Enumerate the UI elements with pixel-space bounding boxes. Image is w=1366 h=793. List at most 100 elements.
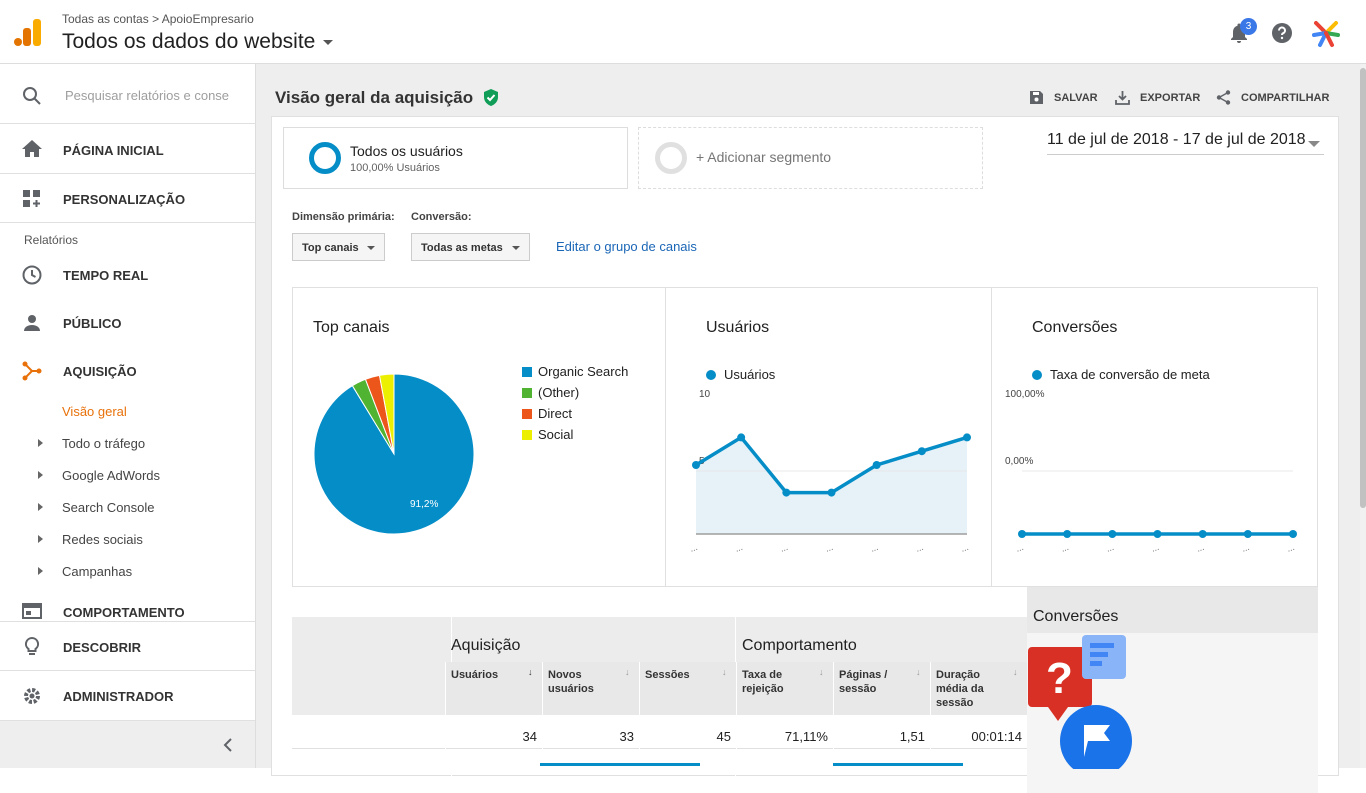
- sidebar-item-behavior[interactable]: COMPORTAMENTO: [0, 587, 255, 623]
- caret-down-icon: [512, 246, 520, 250]
- x-tick-label: ...: [959, 542, 969, 554]
- segment-all-users[interactable]: Todos os usuários 100,00% Usuários: [283, 127, 628, 189]
- share-button[interactable]: COMPARTILHAR: [1216, 90, 1329, 105]
- caret-down-icon: [323, 39, 334, 45]
- notification-badge: 3: [1240, 18, 1257, 35]
- segment-title: Todos os usuários: [350, 143, 463, 159]
- acquisition-icon: [22, 361, 42, 381]
- users-line-chart[interactable]: 105.....................: [673, 388, 983, 558]
- y-tick-label: 10: [699, 389, 711, 400]
- data-point[interactable]: [917, 447, 926, 456]
- sidebar-subitem-search-console[interactable]: Search Console: [62, 500, 155, 515]
- data-point[interactable]: [963, 433, 971, 442]
- date-range-picker[interactable]: 11 de jul de 2018 - 17 de jul de 2018: [1047, 131, 1324, 155]
- data-point[interactable]: [1198, 530, 1207, 538]
- divider: [991, 288, 992, 586]
- data-point[interactable]: [1243, 530, 1252, 538]
- data-point[interactable]: [692, 461, 700, 469]
- top-channels-pie-chart[interactable]: 91,2%: [313, 373, 475, 535]
- expand-arrow-icon[interactable]: [38, 567, 43, 575]
- legend-item[interactable]: Social: [522, 427, 628, 442]
- x-tick-label: ...: [1014, 542, 1024, 554]
- sidebar-item-customization[interactable]: PERSONALIZAÇÃO: [0, 175, 255, 223]
- primary-dimension-dropdown[interactable]: Top canais: [292, 233, 385, 261]
- view-selector[interactable]: Todos os dados do website: [62, 30, 334, 54]
- total-cell: 71,11%: [784, 729, 828, 744]
- data-point[interactable]: [1153, 530, 1162, 538]
- gear-icon: [24, 688, 40, 704]
- column-header[interactable]: Taxa de rejeição: [742, 668, 813, 696]
- sidebar-item-label: ADMINISTRADOR: [63, 688, 174, 704]
- save-button[interactable]: SALVAR: [1029, 90, 1098, 105]
- sidebar-item-home[interactable]: PÁGINA INICIAL: [0, 126, 255, 174]
- x-tick-label: ...: [1150, 542, 1160, 554]
- scrollbar-track[interactable]: [1360, 64, 1366, 768]
- search-input[interactable]: Pesquisar relatórios e conse: [65, 88, 229, 103]
- sidebar-item-audience[interactable]: PÚBLICO: [0, 299, 255, 347]
- column-header[interactable]: Sessões: [645, 668, 716, 682]
- edit-channel-group-link[interactable]: Editar o grupo de canais: [556, 239, 697, 254]
- sort-arrow-icon[interactable]: ↓: [722, 667, 727, 677]
- column-header[interactable]: Usuários: [451, 668, 522, 682]
- expand-arrow-icon[interactable]: [38, 503, 43, 511]
- marketing-platform-icon[interactable]: [1310, 17, 1342, 49]
- data-point[interactable]: [827, 488, 836, 497]
- x-tick-label: ...: [779, 542, 789, 554]
- legend-item[interactable]: Direct: [522, 406, 628, 421]
- sidebar-item-acquisition[interactable]: AQUISIÇÃO: [0, 347, 255, 395]
- sort-arrow-icon[interactable]: ↓: [916, 667, 921, 677]
- export-button[interactable]: EXPORTAR: [1115, 90, 1200, 105]
- conversion-rate-line-chart[interactable]: 100,00% 0,00%.....................: [999, 388, 1309, 558]
- data-point[interactable]: [1108, 530, 1117, 538]
- scrollbar-thumb[interactable]: [1360, 68, 1366, 508]
- conversion-dropdown[interactable]: Todas as metas: [411, 233, 530, 261]
- analytics-logo-icon[interactable]: [14, 19, 42, 47]
- sort-arrow-icon[interactable]: ↓: [528, 667, 533, 677]
- sidebar-subitem-overview[interactable]: Visão geral: [62, 404, 127, 419]
- conversions-illustration: ?: [1028, 635, 1132, 769]
- expand-arrow-icon[interactable]: [38, 535, 43, 543]
- sort-arrow-icon[interactable]: ↓: [819, 667, 824, 677]
- legend-label: Social: [538, 427, 574, 442]
- page-title-text: Visão geral da aquisição: [275, 88, 474, 107]
- report-card: Todos os usuários 100,00% Usuários + Adi…: [271, 116, 1339, 793]
- column-header[interactable]: Novos usuários: [548, 668, 619, 696]
- sidebar-subitem-campaigns[interactable]: Campanhas: [62, 564, 132, 579]
- sort-arrow-icon[interactable]: ↓: [625, 667, 630, 677]
- behavior-icon: [22, 603, 42, 619]
- data-point[interactable]: [1289, 530, 1297, 538]
- collapse-sidebar-button[interactable]: [0, 720, 255, 768]
- share-icon: [1216, 90, 1231, 105]
- data-point[interactable]: [1018, 530, 1026, 538]
- legend-item[interactable]: Organic Search: [522, 364, 628, 379]
- sidebar-item-realtime[interactable]: TEMPO REAL: [0, 251, 255, 299]
- sort-arrow-icon[interactable]: ↓: [1013, 667, 1018, 677]
- sidebar-item-admin[interactable]: ADMINISTRADOR: [0, 672, 255, 720]
- data-point[interactable]: [737, 433, 746, 442]
- breadcrumb[interactable]: Todas as contas > ApoioEmpresario: [62, 12, 254, 26]
- sidebar-subitem-all-traffic[interactable]: Todo o tráfego: [62, 436, 145, 451]
- data-point[interactable]: [872, 461, 881, 469]
- top-bar: Todas as contas > ApoioEmpresario Todos …: [0, 0, 1366, 64]
- total-cell: 45: [716, 729, 731, 744]
- legend-label: Organic Search: [538, 364, 629, 379]
- expand-arrow-icon[interactable]: [38, 439, 43, 447]
- add-segment-button[interactable]: + Adicionar segmento: [638, 127, 983, 189]
- legend-label: Usuários: [724, 367, 776, 382]
- data-point[interactable]: [1063, 530, 1072, 538]
- column-header[interactable]: Duração média da sessão: [936, 668, 1007, 710]
- table-group-conversions: Conversões: [1033, 608, 1119, 625]
- breadcrumb-root[interactable]: Todas as contas: [62, 12, 149, 26]
- breadcrumb-account[interactable]: ApoioEmpresario: [162, 12, 254, 26]
- report-search[interactable]: Pesquisar relatórios e conse: [0, 64, 256, 124]
- column-header[interactable]: Páginas / sessão: [839, 668, 910, 696]
- column-divider: [833, 662, 834, 749]
- sidebar-item-discover[interactable]: DESCOBRIR: [0, 623, 255, 671]
- sidebar-subitem-social[interactable]: Redes sociais: [62, 532, 143, 547]
- sidebar-subitem-adwords[interactable]: Google AdWords: [62, 468, 160, 483]
- legend-item[interactable]: (Other): [522, 385, 628, 400]
- help-icon[interactable]: [1271, 22, 1293, 44]
- data-point[interactable]: [782, 488, 791, 497]
- legend-label: Direct: [538, 406, 572, 421]
- expand-arrow-icon[interactable]: [38, 471, 43, 479]
